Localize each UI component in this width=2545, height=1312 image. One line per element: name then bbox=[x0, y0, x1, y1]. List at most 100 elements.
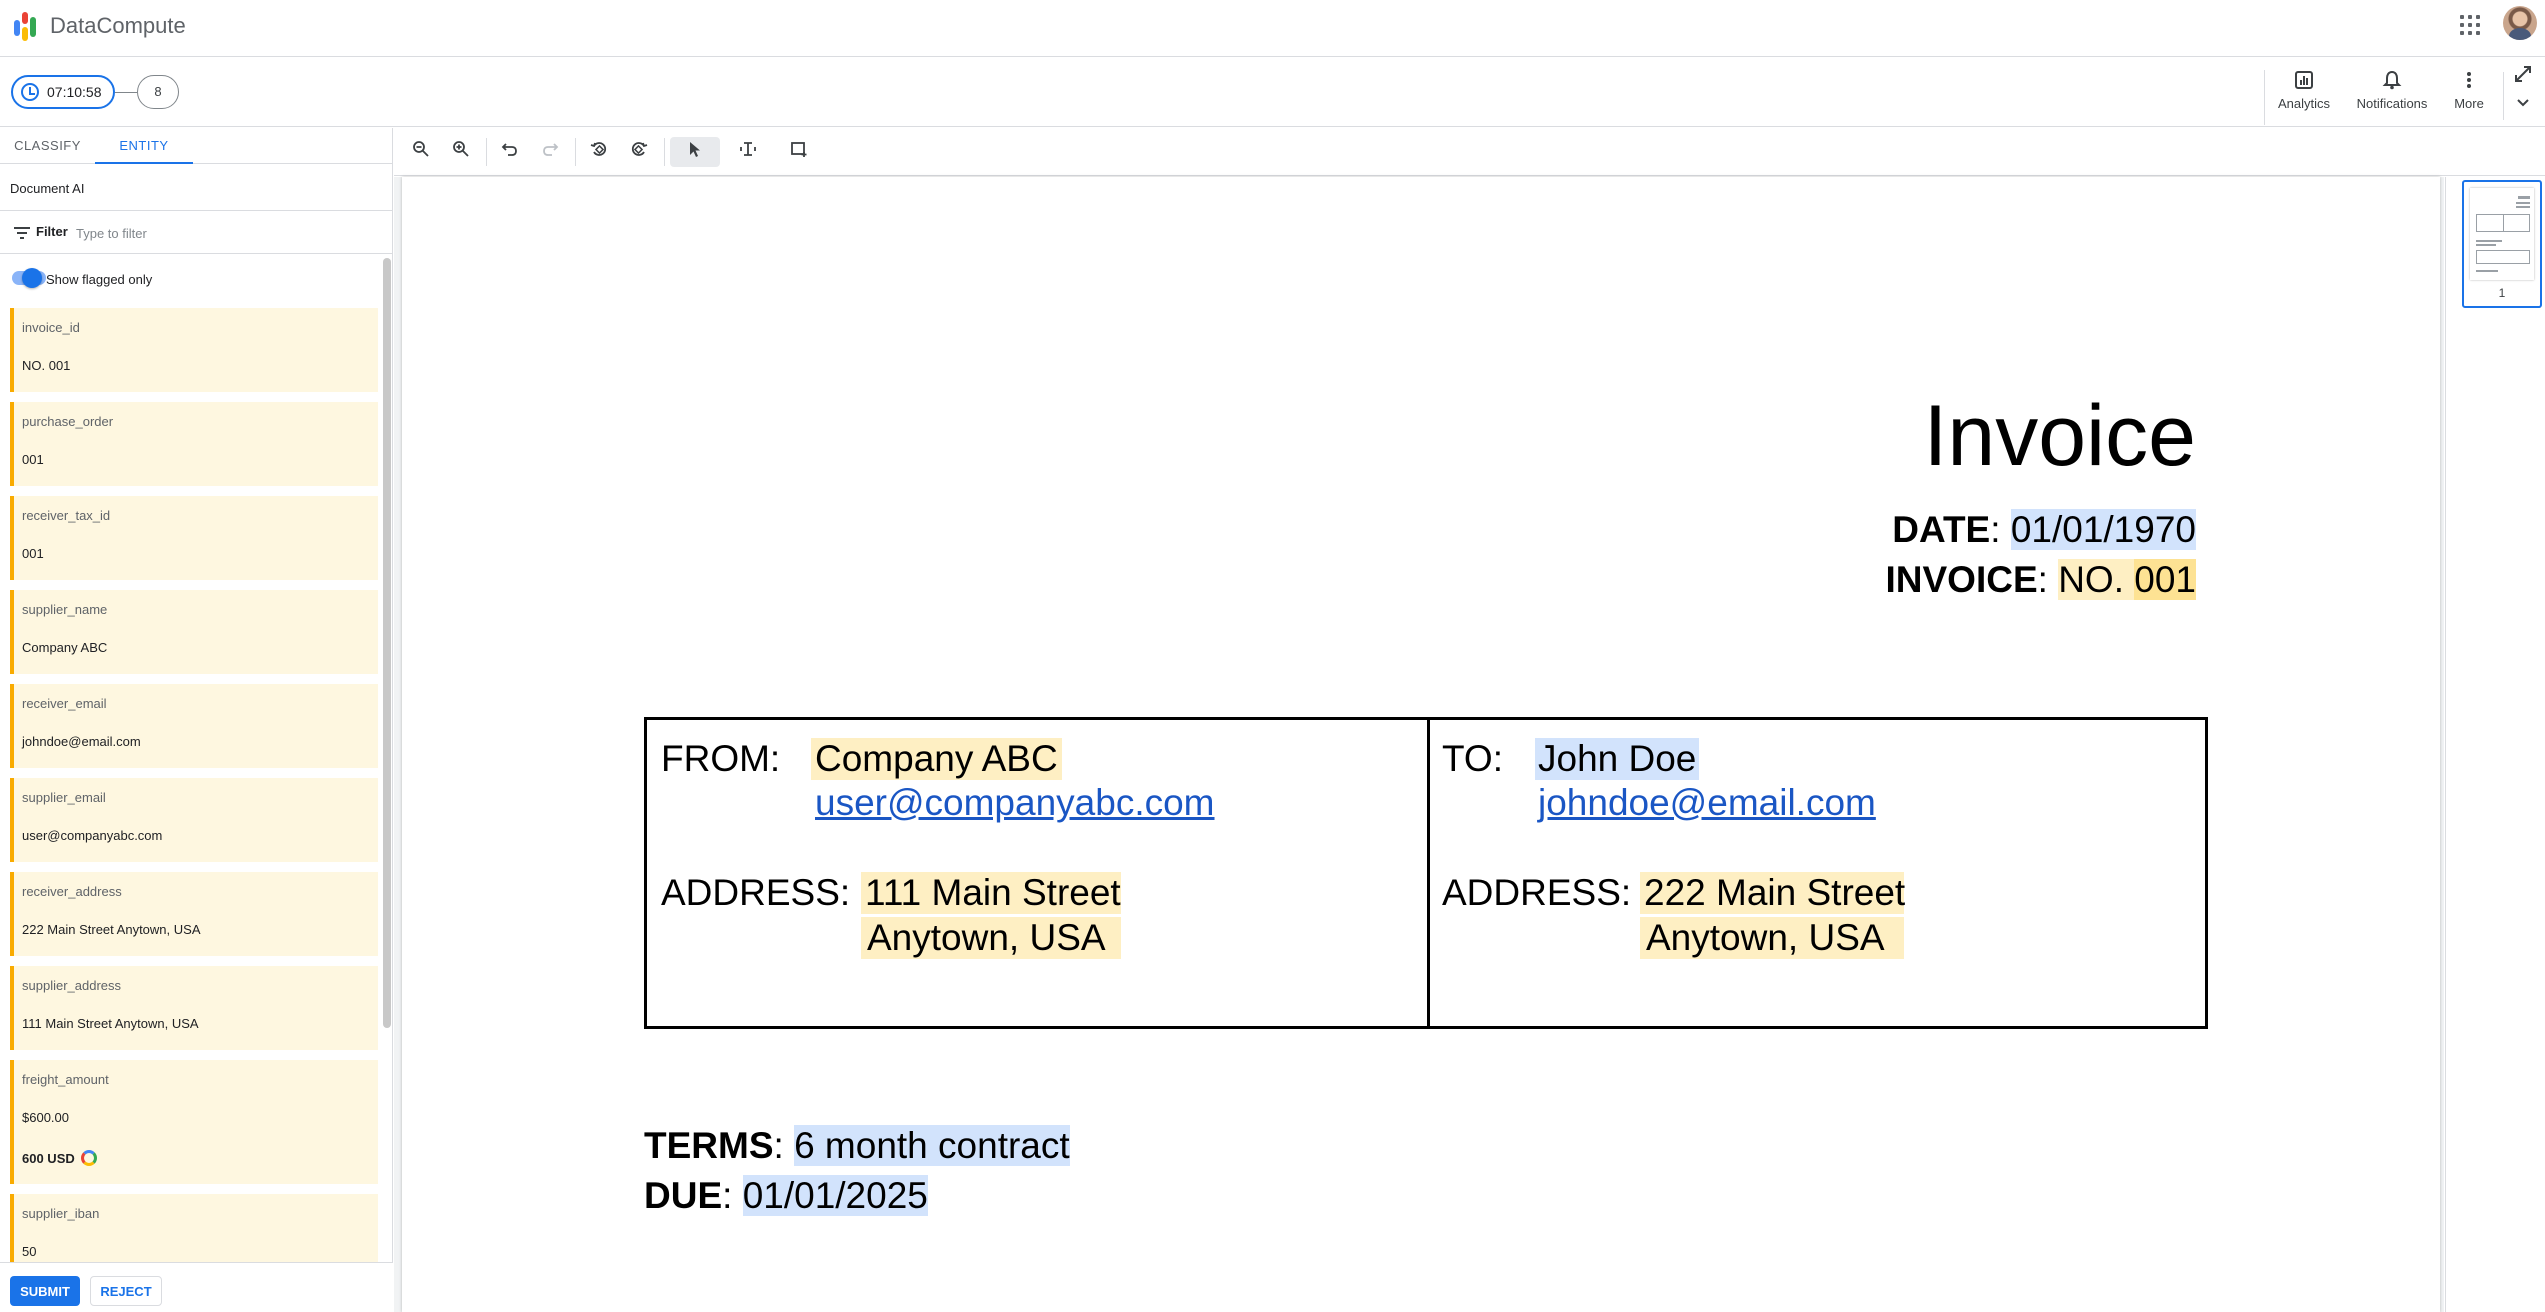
entity-value: 001 bbox=[22, 452, 44, 467]
to-email-link[interactable]: johndoe@email.com bbox=[1538, 782, 1876, 824]
zoom-in-icon[interactable] bbox=[446, 137, 476, 167]
undo-icon[interactable] bbox=[495, 137, 525, 167]
filter-icon[interactable] bbox=[14, 227, 30, 239]
history-icon bbox=[21, 83, 39, 101]
text-select-icon[interactable] bbox=[733, 137, 763, 167]
tab-classify[interactable]: CLASSIFY bbox=[0, 128, 95, 164]
more-button[interactable]: More bbox=[2442, 70, 2496, 118]
entity-value: 111 Main Street Anytown, USA bbox=[22, 1016, 199, 1031]
toggle-knob[interactable] bbox=[22, 268, 42, 288]
document-viewer: Invoice DATE: 01/01/1970 INVOICE: NO. 00… bbox=[394, 177, 2444, 1312]
apps-grid-icon[interactable] bbox=[2458, 13, 2480, 35]
more-vert-icon bbox=[2442, 70, 2496, 92]
timer-chip[interactable]: 07:10:58 bbox=[11, 75, 115, 109]
due-value[interactable]: 01/01/2025 bbox=[742, 1175, 928, 1216]
entity-value: NO. 001 bbox=[22, 358, 71, 373]
to-address-line1[interactable]: 222 Main Street bbox=[1640, 872, 1905, 914]
entity-name: receiver_tax_id bbox=[22, 508, 111, 523]
entity-name: supplier_address bbox=[22, 978, 122, 993]
entity-card-supplier-name[interactable]: supplier_name Company ABC bbox=[10, 590, 378, 674]
thumbnail-preview bbox=[2470, 188, 2534, 280]
notifications-button[interactable]: Notifications bbox=[2350, 70, 2434, 118]
terms-value[interactable]: 6 month contract bbox=[794, 1125, 1070, 1166]
reject-button[interactable]: REJECT bbox=[90, 1276, 162, 1306]
entity-card-receiver-address[interactable]: receiver_address 222 Main Street Anytown… bbox=[10, 872, 378, 956]
entity-card-freight-amount[interactable]: freight_amount $600.00 600 USD bbox=[10, 1060, 378, 1184]
viewer-toolbar bbox=[394, 128, 2545, 176]
zoom-out-icon[interactable] bbox=[406, 137, 436, 167]
entity-name: supplier_email bbox=[22, 790, 106, 805]
entity-card-receiver-email[interactable]: receiver_email johndoe@email.com bbox=[10, 684, 378, 768]
rotate-left-icon[interactable] bbox=[584, 137, 614, 167]
invoice-no-prefix[interactable]: NO. bbox=[2058, 559, 2124, 600]
entity-card-supplier-email[interactable]: supplier_email user@companyabc.com bbox=[10, 778, 378, 862]
redo-icon[interactable] bbox=[535, 137, 565, 167]
submit-button[interactable]: SUBMIT bbox=[10, 1276, 80, 1306]
review-actions: SUBMIT REJECT bbox=[0, 1262, 393, 1312]
to-address-label: ADDRESS: bbox=[1442, 872, 1632, 913]
select-pointer-icon[interactable] bbox=[670, 137, 720, 167]
date-value[interactable]: 01/01/1970 bbox=[2010, 509, 2196, 550]
filter-input[interactable] bbox=[76, 222, 366, 244]
fullscreen-icon[interactable] bbox=[2512, 64, 2534, 86]
analytics-label: Analytics bbox=[2277, 96, 2331, 111]
invoice-label: INVOICE bbox=[1885, 559, 2038, 600]
entity-list: invoice_id NO. 001 purchase_order 001 re… bbox=[0, 308, 382, 1268]
to-address-line2[interactable]: Anytown, USA bbox=[1640, 917, 1904, 959]
draw-box-icon[interactable] bbox=[784, 137, 814, 167]
toolbar-separator bbox=[486, 138, 487, 166]
more-label: More bbox=[2454, 96, 2484, 111]
page-thumbnails: 1 bbox=[2445, 177, 2545, 1312]
from-email-link[interactable]: user@companyabc.com bbox=[815, 782, 1215, 824]
tab-entity[interactable]: ENTITY bbox=[95, 128, 193, 164]
entity-value: 50 bbox=[22, 1244, 37, 1259]
invoice-no-value[interactable]: 001 bbox=[2134, 559, 2196, 600]
entity-panel: CLASSIFY ENTITY Document AI Filter Show … bbox=[0, 128, 393, 1312]
datacompute-logo-icon bbox=[14, 12, 44, 44]
panel-tabs: CLASSIFY ENTITY bbox=[0, 128, 393, 164]
invoice-line: INVOICE: NO. 001 bbox=[1885, 559, 2196, 600]
entity-value: 222 Main Street Anytown, USA bbox=[22, 922, 201, 937]
rotate-right-icon[interactable] bbox=[624, 137, 654, 167]
count-chip[interactable]: 8 bbox=[137, 75, 179, 109]
entity-normalized-value: 600 USD bbox=[22, 1150, 97, 1166]
party-table: FROM: Company ABC user@companyabc.com AD… bbox=[644, 717, 2208, 1029]
filter-label: Filter bbox=[36, 224, 68, 239]
action-group-divider bbox=[2264, 70, 2265, 125]
chevron-down-icon[interactable] bbox=[2512, 94, 2534, 116]
to-name[interactable]: John Doe bbox=[1535, 738, 1700, 780]
entity-name: receiver_address bbox=[22, 884, 122, 899]
from-name[interactable]: Company ABC bbox=[811, 738, 1062, 780]
from-address-line2[interactable]: Anytown, USA bbox=[861, 917, 1121, 959]
entity-value: $600.00 bbox=[22, 1110, 69, 1125]
entity-card-invoice-id[interactable]: invoice_id NO. 001 bbox=[10, 308, 378, 392]
due-line: DUE: 01/01/2025 bbox=[644, 1175, 928, 1216]
document-page: Invoice DATE: 01/01/1970 INVOICE: NO. 00… bbox=[402, 177, 2440, 1312]
date-line: DATE: 01/01/1970 bbox=[1892, 509, 2196, 550]
thumbnail-page-number: 1 bbox=[2498, 286, 2506, 300]
terms-label: TERMS bbox=[644, 1125, 774, 1166]
action-separator bbox=[2503, 72, 2504, 120]
party-divider bbox=[1427, 720, 1430, 1026]
from-address-label: ADDRESS: bbox=[661, 872, 851, 913]
stepper-connector bbox=[115, 92, 137, 93]
entity-value: user@companyabc.com bbox=[22, 828, 163, 843]
page-thumbnail[interactable]: 1 bbox=[2462, 180, 2542, 308]
user-avatar[interactable] bbox=[2503, 6, 2537, 40]
google-icon bbox=[80, 1150, 97, 1166]
entity-card-receiver-tax-id[interactable]: receiver_tax_id 001 bbox=[10, 496, 378, 580]
entity-card-supplier-iban[interactable]: supplier_iban 50 bbox=[10, 1194, 378, 1268]
panel-scrollbar[interactable] bbox=[383, 258, 391, 1028]
entity-name: invoice_id bbox=[22, 320, 80, 335]
analytics-button[interactable]: Analytics bbox=[2272, 70, 2336, 118]
to-label: TO: bbox=[1442, 738, 1503, 779]
from-address-line1[interactable]: 111 Main Street bbox=[861, 872, 1121, 914]
entity-name: freight_amount bbox=[22, 1072, 109, 1087]
task-bar: 07:10:58 8 bbox=[0, 57, 2545, 127]
toggle-label: Show flagged only bbox=[46, 272, 153, 287]
entity-card-supplier-address[interactable]: supplier_address 111 Main Street Anytown… bbox=[10, 966, 378, 1050]
bell-icon bbox=[2350, 70, 2434, 92]
filter-bar: Filter bbox=[0, 210, 393, 254]
entity-name: purchase_order bbox=[22, 414, 114, 429]
entity-card-purchase-order[interactable]: purchase_order 001 bbox=[10, 402, 378, 486]
